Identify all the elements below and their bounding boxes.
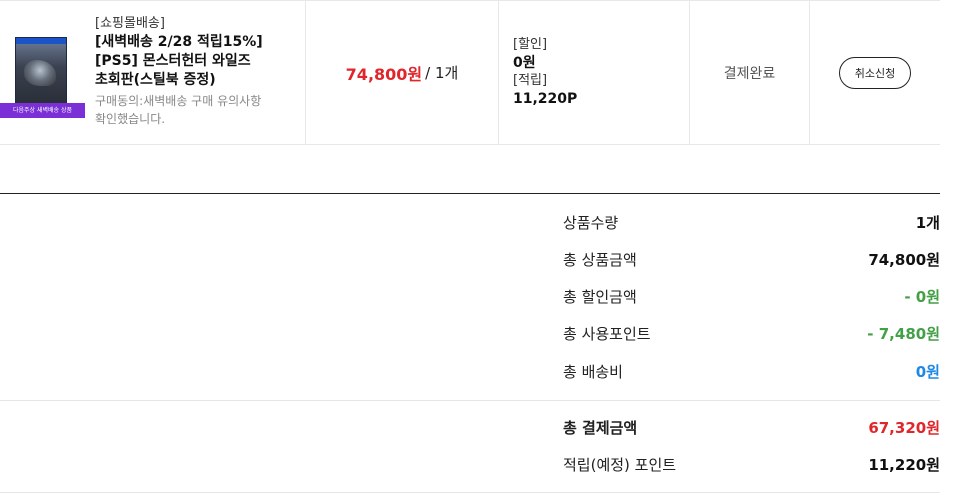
product-name-line: 초회판(스틸북 증정) — [95, 72, 216, 88]
note-line: 확인했습니다. — [95, 112, 166, 126]
earn-points-value: 11,220원 — [868, 455, 940, 474]
summary-label: 총 상품금액 — [563, 250, 637, 269]
summary-label: 총 배송비 — [563, 362, 623, 381]
point-label: [적립] — [513, 73, 548, 88]
summary-divider — [0, 400, 940, 401]
summary-value: 0원 — [915, 362, 940, 381]
summary-row-quantity: 상품수량 1개 — [563, 210, 940, 234]
summary-row-product-total: 총 상품금액 74,800원 — [563, 247, 940, 271]
note-line: 구매동의:새벽배송 구매 유의사항 — [95, 94, 262, 108]
summary-value: 1개 — [915, 213, 940, 232]
mall-tag: [쇼핑몰배송] — [95, 16, 165, 31]
summary-row-used-points: 총 사용포인트 - 7,480원 — [563, 321, 940, 345]
summary-row-discount-total: 총 할인금액 - 0원 — [563, 284, 940, 308]
grand-total-value: 67,320원 — [868, 418, 940, 437]
grand-total-label: 총 결제금액 — [563, 418, 638, 437]
summary-value: - 7,480원 — [867, 324, 940, 343]
action-cell: 취소신청 — [810, 1, 940, 144]
status-cell: 결제완료 — [690, 1, 810, 144]
summary-label: 총 할인금액 — [563, 287, 637, 306]
dawn-delivery-ribbon: 다음주상 새벽배송 상품 — [0, 103, 85, 118]
order-status: 결제완료 — [723, 65, 776, 82]
cancel-request-button[interactable]: 취소신청 — [839, 56, 911, 89]
price-cell: 74,800원 / 1개 — [306, 1, 499, 144]
summary-label: 총 사용포인트 — [563, 324, 651, 343]
purchase-agreement-note: 구매동의:새벽배송 구매 유의사항 확인했습니다. — [95, 92, 300, 128]
product-name[interactable]: [새벽배송 2/28 적립15%] [PS5] 몬스터헌터 와일즈 초회판(스틸… — [95, 33, 300, 90]
item-quantity: / 1개 — [425, 64, 459, 82]
benefit-info: [할인] 0원 [적립] 11,220P — [513, 36, 577, 108]
summary-row-earn-points: 적립(예정) 포인트 11,220원 — [563, 452, 940, 476]
product-thumbnail[interactable]: 다음주상 새벽배송 상품 — [0, 31, 85, 118]
product-name-line: [새벽배송 2/28 적립15%] — [95, 34, 263, 50]
earn-points-label: 적립(예정) 포인트 — [563, 455, 677, 474]
payment-summary: 상품수량 1개 총 상품금액 74,800원 총 할인금액 - 0원 총 사용포… — [0, 193, 940, 493]
order-item-row: 다음주상 새벽배송 상품 [쇼핑몰배송] [새벽배송 2/28 적립15%] [… — [0, 0, 940, 145]
summary-bottom-divider — [0, 492, 940, 493]
game-box-art — [15, 37, 67, 104]
discount-label: [할인] — [513, 37, 548, 52]
summary-row-shipping: 총 배송비 0원 — [563, 359, 940, 383]
point-value: 11,220P — [513, 91, 578, 107]
summary-label: 상품수량 — [563, 213, 619, 232]
product-name-line: [PS5] 몬스터헌터 와일즈 — [95, 53, 251, 69]
product-info: [쇼핑몰배송] [새벽배송 2/28 적립15%] [PS5] 몬스터헌터 와일… — [95, 15, 300, 128]
benefit-cell: [할인] 0원 [적립] 11,220P — [499, 1, 690, 144]
order-detail-page: 다음주상 새벽배송 상품 [쇼핑몰배송] [새벽배송 2/28 적립15%] [… — [0, 0, 963, 500]
summary-row-grand-total: 총 결제금액 67,320원 — [563, 415, 940, 439]
summary-value: - 0원 — [904, 287, 940, 306]
product-cell: 다음주상 새벽배송 상품 [쇼핑몰배송] [새벽배송 2/28 적립15%] [… — [0, 1, 306, 144]
summary-value: 74,800원 — [868, 250, 940, 269]
discount-value: 0원 — [513, 55, 536, 71]
item-price: 74,800원 — [345, 64, 423, 84]
